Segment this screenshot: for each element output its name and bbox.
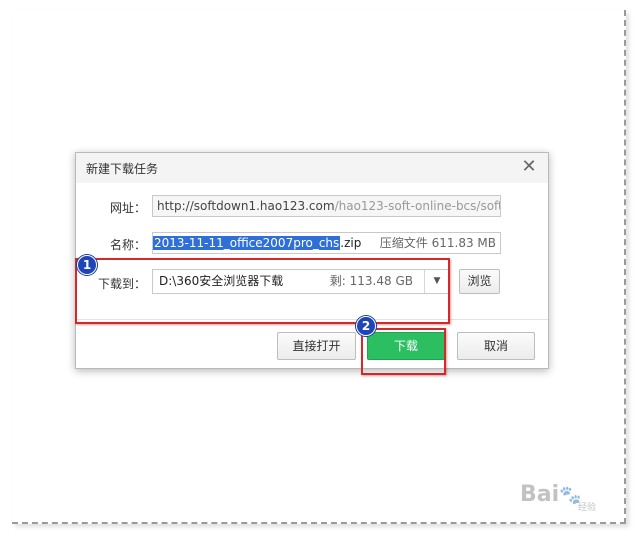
baidu-watermark-logo: Bai🐾 经验 — [520, 478, 620, 514]
filename-extension: .zip — [340, 236, 362, 250]
url-host-text: http://softdown1.hao123.com — [157, 199, 335, 213]
url-label: 网址： — [110, 201, 147, 215]
watermark-sub: 经验 — [578, 503, 597, 513]
dialog-title: 新建下载任务 — [86, 162, 159, 176]
open-directly-button[interactable]: 直接打开 — [277, 332, 356, 360]
watermark-brand: Bai🐾 — [520, 482, 582, 507]
filename-selected-text: 2013-11-11_office2007pro_chs — [153, 236, 341, 250]
url-field[interactable]: http://softdown1.hao123.com/hao123-soft-… — [152, 195, 501, 217]
close-icon[interactable]: ✕ — [520, 158, 538, 176]
step-badge-2: 2 — [356, 316, 376, 336]
file-type-size: 压缩文件 611.83 MB — [379, 233, 496, 253]
dialog-titlebar: 新建下载任务 ✕ — [76, 153, 548, 183]
cancel-button[interactable]: 取消 — [457, 332, 535, 360]
filename-input[interactable]: 2013-11-11_office2007pro_chs.zip 压缩文件 61… — [152, 232, 501, 254]
highlight-download-button — [361, 328, 446, 375]
step-badge-1: 1 — [77, 255, 97, 275]
name-label: 名称： — [110, 238, 147, 252]
url-path-text: /hao123-soft-online-bcs/soft/ — [334, 199, 501, 213]
browse-button[interactable]: 浏览 — [459, 269, 500, 294]
highlight-save-path — [75, 258, 450, 324]
